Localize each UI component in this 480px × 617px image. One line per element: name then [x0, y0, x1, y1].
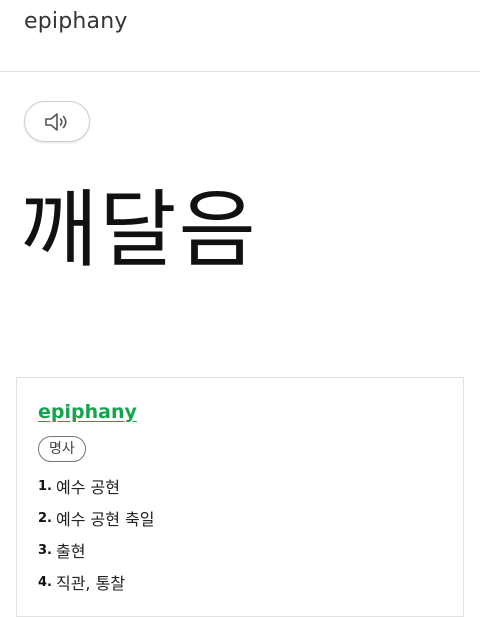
dictionary-card: epiphany 명사 1. 예수 공현 2. 예수 공현 축일 3. 출현 4… — [16, 377, 464, 617]
source-text[interactable]: epiphany — [24, 8, 128, 36]
meaning-text: 예수 공현 — [55, 478, 120, 497]
listen-button[interactable] — [24, 101, 90, 142]
meaning-number: 4. — [38, 574, 52, 590]
meaning-number: 3. — [38, 542, 52, 558]
translation-result: 깨달음 — [20, 181, 258, 279]
meaning-number: 1. — [38, 478, 52, 494]
meaning-item: 3. 출현 — [38, 534, 154, 566]
meaning-text: 출현 — [55, 542, 86, 561]
meaning-item: 2. 예수 공현 축일 — [38, 502, 154, 534]
source-header: epiphany — [0, 0, 480, 72]
meaning-text: 예수 공현 축일 — [55, 510, 155, 529]
meaning-list: 1. 예수 공현 2. 예수 공현 축일 3. 출현 4. 직관, 통찰 — [38, 470, 154, 598]
meaning-number: 2. — [38, 510, 52, 526]
part-of-speech-badge: 명사 — [38, 436, 86, 462]
meaning-item: 4. 직관, 통찰 — [38, 566, 154, 598]
dictionary-word-link[interactable]: epiphany — [38, 400, 137, 424]
speaker-icon — [43, 111, 71, 133]
meaning-text: 직관, 통찰 — [55, 574, 126, 593]
meaning-item: 1. 예수 공현 — [38, 470, 154, 502]
